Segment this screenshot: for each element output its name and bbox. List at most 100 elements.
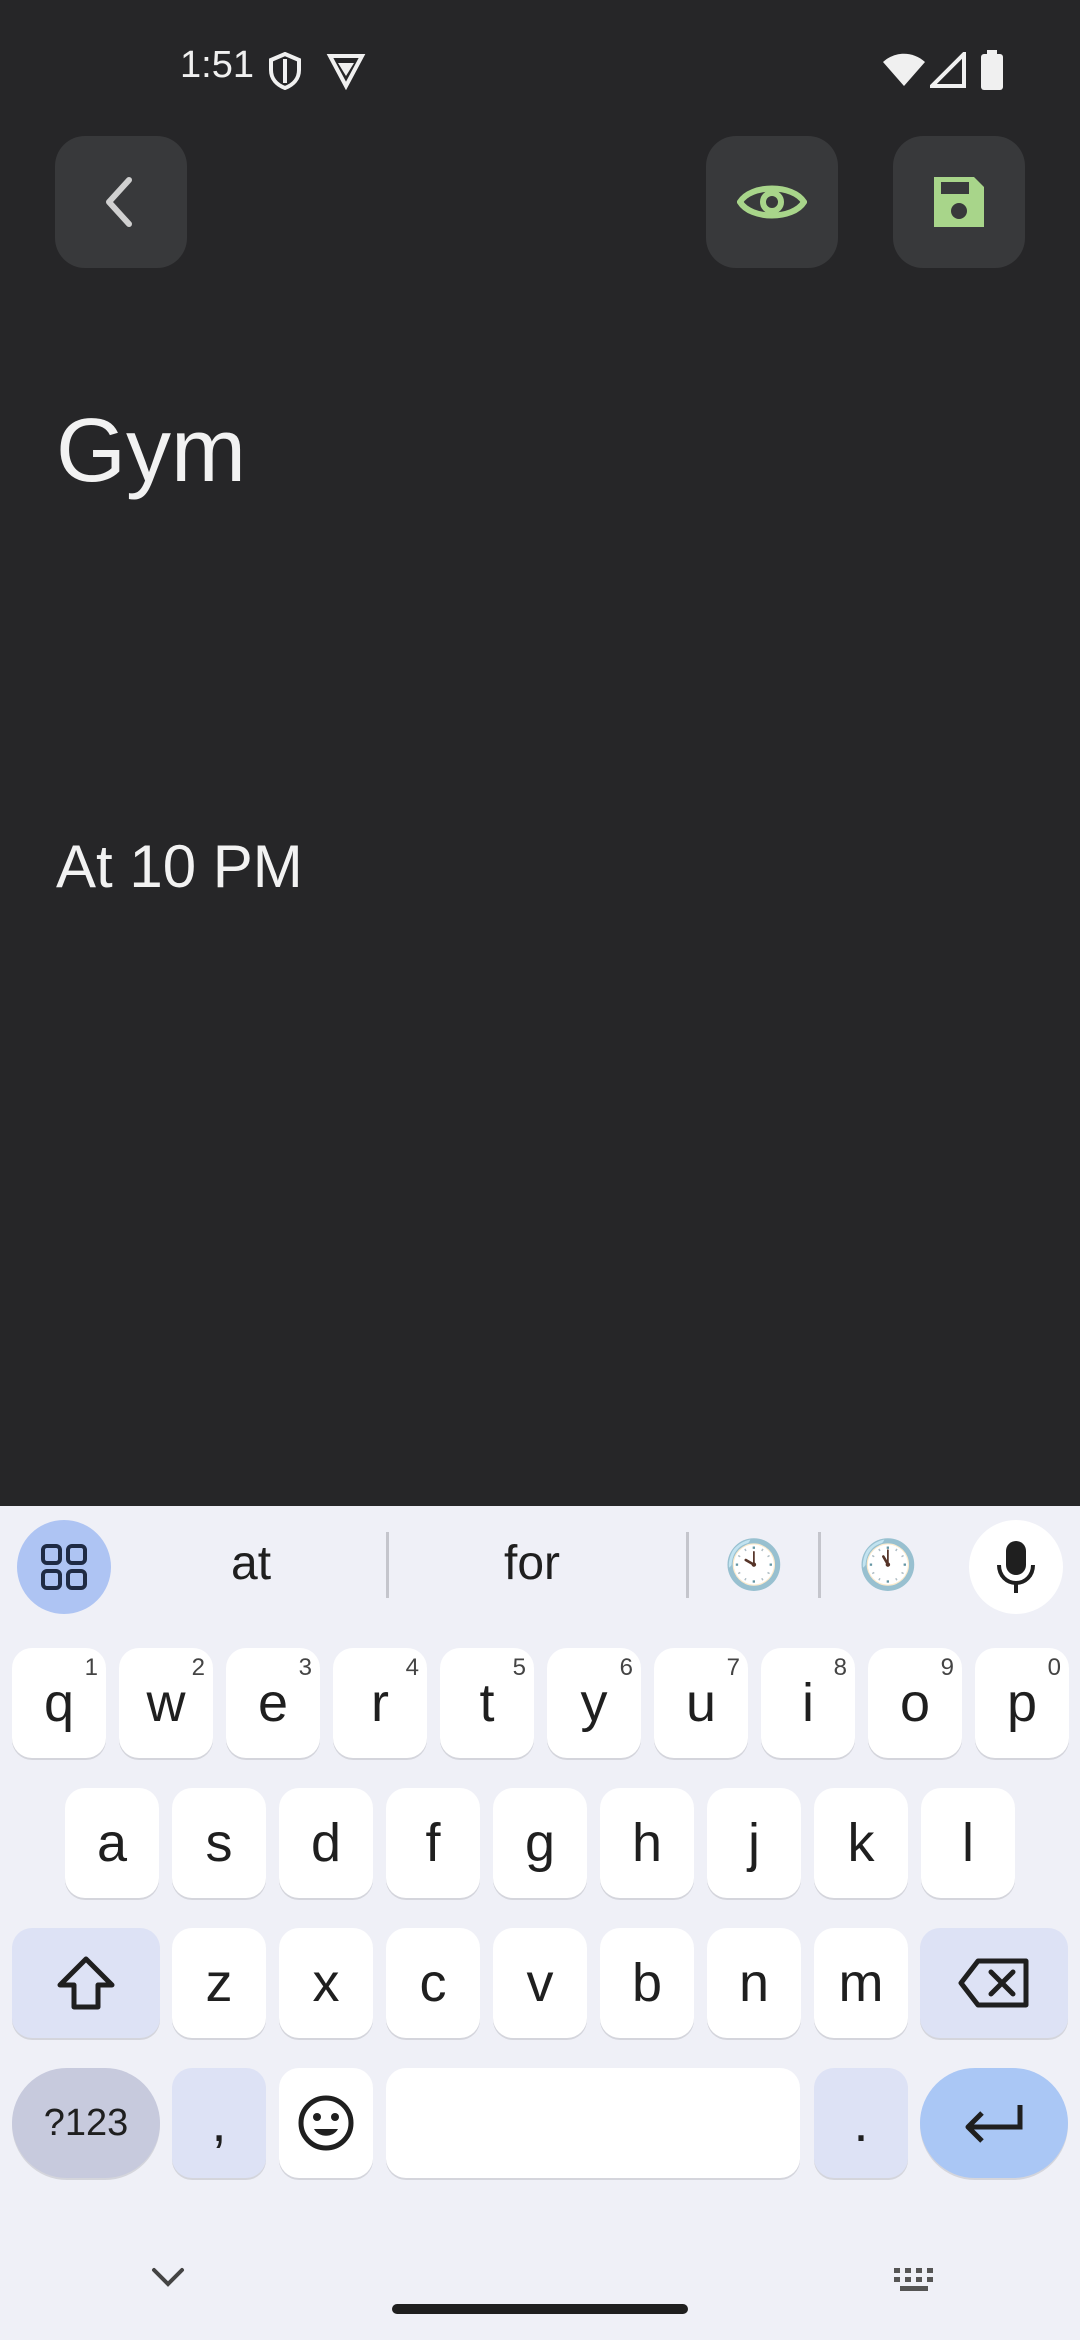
comma-key[interactable]: , <box>172 2068 266 2178</box>
key-a[interactable]: a <box>65 1788 159 1898</box>
key-hint: 8 <box>833 1654 847 1681</box>
key-u[interactable]: u7 <box>654 1648 748 1758</box>
key-label: n <box>738 1953 770 2013</box>
key-h[interactable]: h <box>600 1788 694 1898</box>
backspace-key[interactable] <box>920 1928 1068 2038</box>
key-q[interactable]: q1 <box>12 1648 106 1758</box>
key-s[interactable]: s <box>172 1788 266 1898</box>
key-label: y <box>580 1673 608 1733</box>
key-e[interactable]: e3 <box>226 1648 320 1758</box>
key-r[interactable]: r4 <box>333 1648 427 1758</box>
key-i[interactable]: i8 <box>761 1648 855 1758</box>
key-hint: 4 <box>405 1654 419 1681</box>
key-m[interactable]: m <box>814 1928 908 2038</box>
key-g[interactable]: g <box>493 1788 587 1898</box>
emoji-icon <box>298 2095 354 2151</box>
emoji-key[interactable] <box>279 2068 373 2178</box>
key-label: h <box>631 1813 663 1873</box>
space-bar[interactable] <box>386 2068 800 2178</box>
keyboard: at for 🕙 🕚 q1 w2 e3 r4 t5 y6 u7 i8 o9 p0… <box>0 1506 1080 2340</box>
key-label: j <box>748 1813 760 1873</box>
key-w[interactable]: w2 <box>119 1648 213 1758</box>
period-key[interactable]: . <box>814 2068 908 2178</box>
microphone-icon <box>997 1541 1035 1593</box>
key-hint: 7 <box>726 1654 740 1681</box>
key-label: c <box>419 1953 447 2013</box>
enter-key[interactable] <box>920 2068 1068 2178</box>
apps-button[interactable] <box>17 1520 111 1614</box>
home-indicator[interactable] <box>392 2304 688 2314</box>
key-label: ?123 <box>43 2101 129 2144</box>
key-l[interactable]: l <box>921 1788 1015 1898</box>
key-f[interactable]: f <box>386 1788 480 1898</box>
key-label: i <box>802 1673 814 1733</box>
note-body[interactable]: At 10 PM <box>56 832 303 901</box>
key-hint: 6 <box>619 1654 633 1681</box>
suggestion-3[interactable]: 🕙 <box>724 1536 784 1593</box>
key-label: w <box>146 1673 186 1733</box>
key-b[interactable]: b <box>600 1928 694 2038</box>
keyboard-icon[interactable] <box>892 2264 936 2294</box>
vpn-icon <box>326 54 366 90</box>
chevron-down-icon[interactable] <box>150 2266 186 2290</box>
save-button[interactable] <box>893 136 1025 268</box>
key-label: x <box>312 1953 340 2013</box>
key-label: u <box>685 1673 717 1733</box>
key-x[interactable]: x <box>279 1928 373 2038</box>
key-hint: 5 <box>512 1654 526 1681</box>
key-hint: 9 <box>940 1654 954 1681</box>
key-hint: 0 <box>1047 1654 1061 1681</box>
key-label: q <box>43 1673 75 1733</box>
chevron-left-icon <box>106 177 132 227</box>
key-label: e <box>257 1673 289 1733</box>
divider <box>686 1532 689 1598</box>
key-label: l <box>962 1813 974 1873</box>
signal-icon <box>930 52 966 88</box>
note-title[interactable]: Gym <box>56 400 246 503</box>
key-hint: 2 <box>191 1654 205 1681</box>
battery-icon <box>981 50 1003 90</box>
shift-key[interactable] <box>12 1928 160 2038</box>
key-v[interactable]: v <box>493 1928 587 2038</box>
shield-icon <box>269 52 301 90</box>
key-o[interactable]: o9 <box>868 1648 962 1758</box>
key-j[interactable]: j <box>707 1788 801 1898</box>
key-y[interactable]: y6 <box>547 1648 641 1758</box>
divider <box>818 1532 821 1598</box>
shift-icon <box>57 1956 115 2010</box>
status-time: 1:51 <box>180 44 254 86</box>
key-label: v <box>526 1953 554 2013</box>
preview-button[interactable] <box>706 136 838 268</box>
status-bar: 1:51 <box>0 0 1080 140</box>
key-label: , <box>211 2093 227 2153</box>
divider <box>386 1532 389 1598</box>
key-d[interactable]: d <box>279 1788 373 1898</box>
suggestion-bar: at for 🕙 🕚 <box>0 1506 1080 1628</box>
symbols-key[interactable]: ?123 <box>12 2068 160 2178</box>
mic-button[interactable] <box>969 1520 1063 1614</box>
key-label: k <box>847 1813 875 1873</box>
key-label: t <box>479 1673 495 1733</box>
key-k[interactable]: k <box>814 1788 908 1898</box>
suggestion-1[interactable]: at <box>231 1536 271 1591</box>
key-c[interactable]: c <box>386 1928 480 2038</box>
suggestion-2[interactable]: for <box>504 1536 560 1591</box>
suggestion-4[interactable]: 🕚 <box>858 1536 918 1593</box>
key-z[interactable]: z <box>172 1928 266 2038</box>
key-label: a <box>96 1813 128 1873</box>
key-label: p <box>1006 1673 1038 1733</box>
back-button[interactable] <box>55 136 187 268</box>
key-n[interactable]: n <box>707 1928 801 2038</box>
backspace-icon <box>958 1958 1029 2008</box>
key-t[interactable]: t5 <box>440 1648 534 1758</box>
key-label: s <box>205 1813 233 1873</box>
key-hint: 3 <box>298 1654 312 1681</box>
key-label: f <box>425 1813 441 1873</box>
key-label: o <box>899 1673 931 1733</box>
key-p[interactable]: p0 <box>975 1648 1069 1758</box>
wifi-icon <box>883 53 925 86</box>
key-label: b <box>631 1953 663 2013</box>
key-label: . <box>853 2093 869 2153</box>
enter-icon <box>965 2105 1023 2143</box>
key-hint: 1 <box>84 1654 98 1681</box>
